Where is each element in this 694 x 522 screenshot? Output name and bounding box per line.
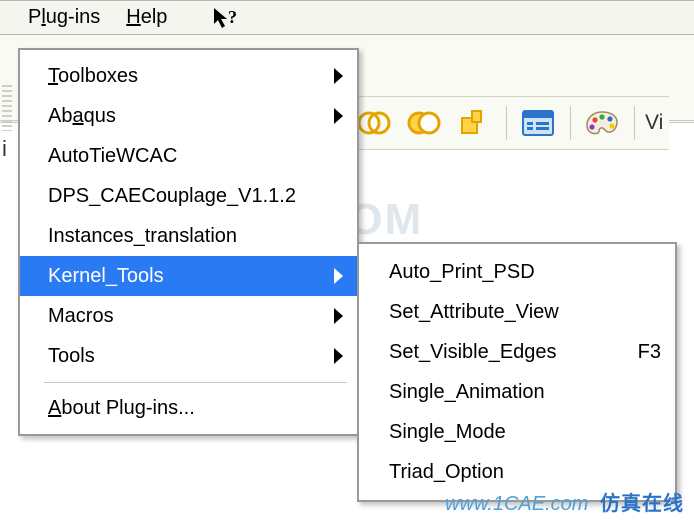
toolbar-separator [629, 101, 639, 145]
text: Ab [48, 105, 72, 127]
menu-plugins[interactable]: Plug-ins [18, 2, 110, 33]
text: Single_Mode [389, 421, 661, 444]
text: Single_Animation [389, 381, 661, 404]
text: DPS_CAECouplage_V1.1.2 [48, 185, 343, 208]
menu-item-dps-caecouplage[interactable]: DPS_CAECouplage_V1.1.2 [20, 176, 357, 216]
submenu-item-single-animation[interactable]: Single_Animation [359, 372, 675, 412]
text: Tools [48, 345, 334, 368]
text: elp [141, 6, 168, 28]
toolbar-label-fragment: Vi [645, 111, 663, 135]
left-edge-text-fragment: i [2, 136, 7, 162]
text: Instances_translation [48, 225, 343, 248]
watermark-url: www.1CAE.com [445, 493, 588, 515]
text: Set_Visible_Edges [389, 341, 630, 364]
boolean-cut-button[interactable] [401, 101, 447, 145]
toolbar-separator [501, 101, 511, 145]
text: qus [84, 105, 116, 127]
kernel-tools-submenu: Auto_Print_PSD Set_Attribute_View Set_Vi… [357, 242, 677, 502]
submenu-item-triad-option[interactable]: Triad_Option [359, 452, 675, 492]
options-panel-button[interactable] [515, 101, 561, 145]
submenu-item-auto-print-psd[interactable]: Auto_Print_PSD [359, 252, 675, 292]
submenu-item-single-mode[interactable]: Single_Mode [359, 412, 675, 452]
plugins-dropdown: Toolboxes Abaqus AutoTieWCAC DPS_CAECoup… [18, 48, 359, 436]
toolbar-separator [565, 101, 575, 145]
menu-item-instances-translation[interactable]: Instances_translation [20, 216, 357, 256]
submenu-arrow-icon [334, 68, 343, 84]
text: bout Plug-ins... [61, 397, 194, 419]
text: P [28, 6, 41, 28]
text: Kernel_Tools [48, 265, 334, 288]
toolbar-grip[interactable] [2, 85, 12, 131]
mnemonic: H [126, 6, 140, 28]
context-help-button[interactable]: ? [201, 2, 249, 34]
menu-item-macros[interactable]: Macros [20, 296, 357, 336]
watermark-cn: 仿真在线 [600, 493, 684, 515]
submenu-arrow-icon [334, 308, 343, 324]
text: Triad_Option [389, 461, 661, 484]
text: Auto_Print_PSD [389, 261, 661, 284]
menu-item-autotiewcac[interactable]: AutoTieWCAC [20, 136, 357, 176]
submenu-arrow-icon [334, 348, 343, 364]
menu-item-kernel-tools[interactable]: Kernel_Tools [20, 256, 357, 296]
text: AutoTieWCAC [48, 145, 343, 168]
svg-text:?: ? [228, 7, 237, 27]
menu-item-toolboxes[interactable]: Toolboxes [20, 56, 357, 96]
accelerator: F3 [638, 341, 661, 364]
mnemonic: A [48, 397, 61, 419]
color-palette-button[interactable] [579, 101, 625, 145]
text: Macros [48, 305, 334, 328]
text: oolboxes [58, 65, 138, 87]
submenu-item-set-visible-edges[interactable]: Set_Visible_Edges F3 [359, 332, 675, 372]
part-button[interactable] [451, 101, 497, 145]
text: ug-ins [46, 6, 100, 28]
menubar: Plug-ins Help ? [0, 0, 694, 35]
text: Set_Attribute_View [389, 301, 661, 324]
mnemonic: a [72, 105, 83, 127]
submenu-item-set-attribute-view[interactable]: Set_Attribute_View [359, 292, 675, 332]
menu-item-tools[interactable]: Tools [20, 336, 357, 376]
menu-help[interactable]: Help [116, 2, 177, 33]
menu-separator [44, 382, 347, 383]
submenu-arrow-icon [334, 108, 343, 124]
menu-item-abaqus[interactable]: Abaqus [20, 96, 357, 136]
menu-item-about-plugins[interactable]: About Plug-ins... [20, 388, 357, 428]
submenu-arrow-icon [334, 268, 343, 284]
mnemonic: T [48, 65, 58, 87]
watermark-footer: www.1CAE.com 仿真在线 [445, 487, 684, 516]
toolbar-group: Vi [345, 96, 669, 150]
